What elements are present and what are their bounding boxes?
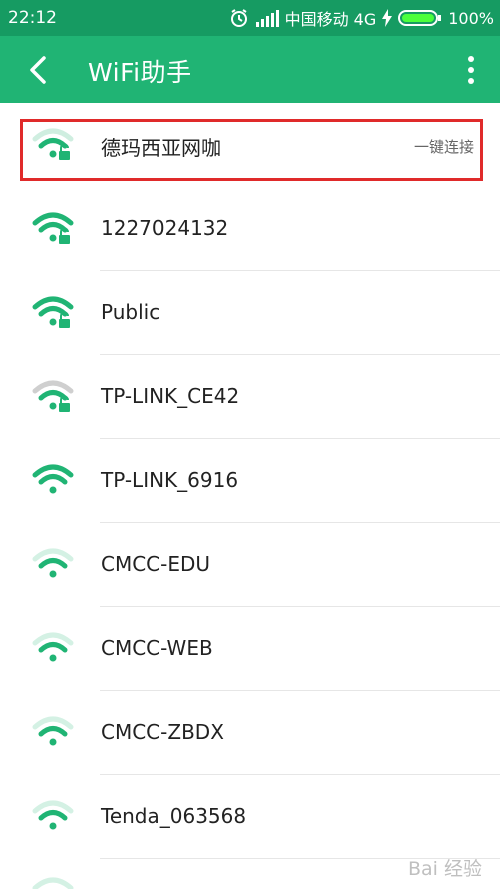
wifi-ssid: TP-LINK_CE42 (101, 384, 240, 408)
signal-icon (255, 10, 279, 27)
charging-icon (382, 9, 393, 27)
wifi-lock-partial-green-icon (32, 128, 74, 160)
wifi-list: 德玛西亚网咖 一键连接 1227024132 Public TP-LINK_CE… (0, 103, 500, 859)
wifi-lock-green-icon (32, 212, 74, 244)
chevron-left-icon (30, 56, 46, 84)
wifi-row[interactable]: 德玛西亚网咖 一键连接 (0, 103, 500, 187)
wifi-row[interactable]: TP-LINK_6916 (0, 439, 500, 523)
wifi-row[interactable]: TP-LINK_CE42 (0, 355, 500, 439)
baidu-jingyan-watermark: Bai 经验 (408, 858, 482, 880)
wifi-ssid: 德玛西亚网咖 (101, 136, 221, 160)
wifi-ssid: CMCC-WEB (101, 636, 213, 660)
wifi-row[interactable]: CMCC-WEB (0, 607, 500, 691)
alarm-icon (230, 9, 247, 27)
carrier-label: 中国移动 4G (284, 10, 377, 29)
back-button[interactable] (22, 52, 58, 88)
wifi-ssid: 1227024132 (101, 216, 229, 240)
wifi-open-green-icon (32, 464, 74, 494)
wifi-row[interactable]: CMCC-ZBDX (0, 691, 500, 775)
page-title: WiFi助手 (88, 58, 192, 87)
wifi-ssid: Tenda_063568 (101, 804, 247, 828)
battery-percent: 100% (448, 8, 494, 28)
wifi-lock-green-icon (32, 296, 74, 328)
status-indicators: 中国移动 4G 100% (229, 6, 494, 30)
wifi-weak-open-icon (32, 716, 74, 746)
app-bar: WiFi助手 (0, 36, 500, 103)
more-vertical-icon (468, 56, 474, 84)
overflow-menu-button[interactable] (464, 52, 478, 88)
wifi-weak-open-icon (32, 548, 74, 578)
status-bar: 22:12 中国移动 4G 100% (0, 0, 500, 36)
one-click-connect-button[interactable]: 一键连接 (414, 136, 474, 157)
wifi-row[interactable]: Public (0, 271, 500, 355)
wifi-ssid: CMCC-ZBDX (101, 720, 224, 744)
wifi-row[interactable]: Tenda_063568 (0, 775, 500, 859)
wifi-ssid: Public (101, 300, 161, 324)
wifi-ssid: CMCC-EDU (101, 552, 211, 576)
status-time: 22:12 (8, 8, 57, 28)
wifi-partial-icon (32, 877, 74, 889)
wifi-ssid: TP-LINK_6916 (101, 468, 239, 492)
battery-icon (398, 10, 442, 26)
wifi-row[interactable]: 1227024132 (0, 187, 500, 271)
wifi-weak-open-icon (32, 800, 74, 830)
wifi-row[interactable]: CMCC-EDU (0, 523, 500, 607)
wifi-lock-gray-icon (32, 380, 74, 412)
wifi-weak-open-icon (32, 632, 74, 662)
